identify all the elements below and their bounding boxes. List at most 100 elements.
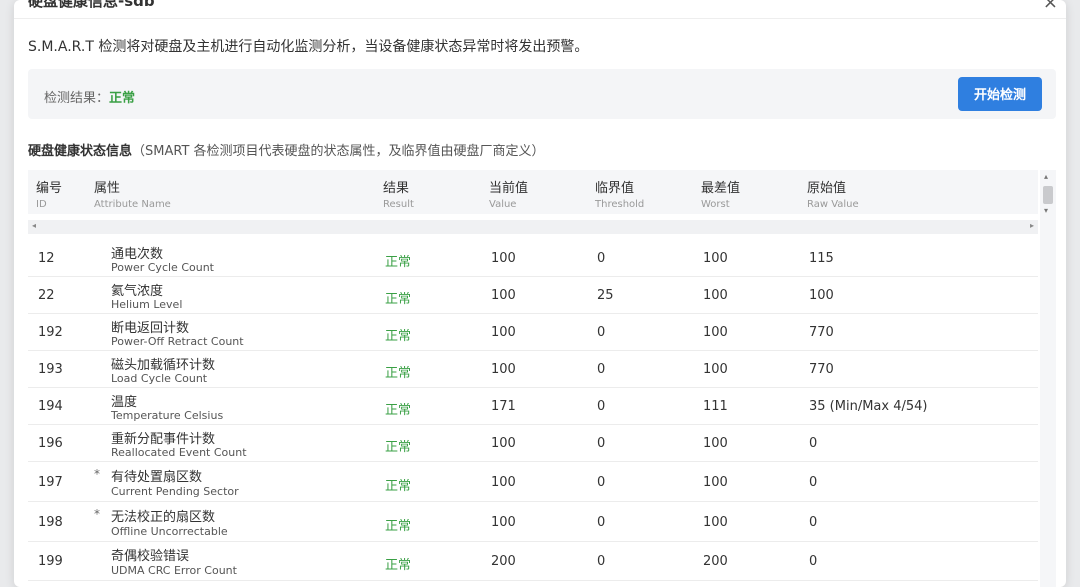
close-icon[interactable]: × xyxy=(1043,0,1058,13)
check-result-label: 检测结果： xyxy=(44,91,110,106)
cell-attribute-en: Offline Uncorrectable xyxy=(111,525,228,538)
check-result-value: 正常 xyxy=(109,91,136,106)
cell-worst: 100 xyxy=(703,362,728,377)
cell-result: 正常 xyxy=(385,292,412,307)
cell-worst: 100 xyxy=(703,475,728,490)
cell-worst: 100 xyxy=(703,436,728,451)
cell-id: 12 xyxy=(38,251,55,266)
check-result: 检测结果：正常 xyxy=(44,87,135,106)
scroll-down-icon[interactable]: ▾ xyxy=(1044,206,1048,215)
cell-attribute-en: Load Cycle Count xyxy=(111,372,208,385)
cell-value: 100 xyxy=(491,515,516,530)
cell-threshold: 0 xyxy=(597,251,606,266)
scroll-up-icon[interactable]: ▴ xyxy=(1044,172,1048,181)
col-header-sublabel: Attribute Name xyxy=(94,199,171,210)
table-row: 194 温度 Temperature Celsius 正常 171 0 111 … xyxy=(28,388,1038,425)
cell-attribute-name: 通电次数 xyxy=(111,247,164,262)
col-header-threshold: 临界值 Threshold xyxy=(595,177,644,210)
cell-worst: 111 xyxy=(703,399,728,414)
col-header-worst: 最差值 Worst xyxy=(701,177,740,210)
cell-attribute-en: Temperature Celsius xyxy=(111,409,224,422)
scrollbar-thumb[interactable] xyxy=(1043,186,1053,204)
cell-threshold: 0 xyxy=(597,436,606,451)
col-header-sublabel: Worst xyxy=(701,199,730,210)
cell-attribute-en: Power-Off Retract Count xyxy=(111,335,244,348)
cell-raw-value: 770 xyxy=(809,362,834,377)
vertical-scrollbar[interactable]: ▴ ▾ xyxy=(1040,170,1056,587)
horizontal-scrollbar[interactable]: ◂ ▸ xyxy=(28,220,1038,234)
cell-attribute-name: 磁头加载循环计数 xyxy=(111,358,216,373)
col-header-sublabel: Threshold xyxy=(595,199,645,210)
cell-id: 192 xyxy=(38,325,63,340)
cell-raw-value: 35 (Min/Max 4/54) xyxy=(809,399,928,414)
smart-table: 编号 ID 属性 Attribute Name 结果 Result 当前值 Va… xyxy=(28,170,1056,587)
cell-value: 200 xyxy=(491,554,516,569)
dialog-header: 硬盘健康信息-sdb × xyxy=(14,0,1066,19)
cell-value: 100 xyxy=(491,288,516,303)
check-result-bar: 检测结果：正常 开始检测 xyxy=(28,69,1056,119)
scroll-left-icon[interactable]: ◂ xyxy=(32,221,36,230)
cell-attribute-en: Power Cycle Count xyxy=(111,261,214,274)
cell-raw-value: 770 xyxy=(809,325,834,340)
cell-value: 100 xyxy=(491,251,516,266)
table-row: 22 氦气浓度 Helium Level 正常 100 25 100 100 xyxy=(28,277,1038,314)
cell-raw-value: 100 xyxy=(809,288,834,303)
cell-value: 100 xyxy=(491,362,516,377)
cell-threshold: 0 xyxy=(597,515,606,530)
cell-raw-value: 0 xyxy=(809,436,818,451)
cell-id: 194 xyxy=(38,399,63,414)
cell-threshold: 25 xyxy=(597,288,614,303)
cell-id: 197 xyxy=(38,475,63,490)
col-header-label: 当前值 xyxy=(489,181,529,196)
cell-result: 正常 xyxy=(385,440,412,455)
table-row: 199 奇偶校验错误 UDMA CRC Error Count 正常 200 0… xyxy=(28,542,1038,581)
cell-id: 198 xyxy=(38,515,63,530)
cell-attribute-en: Helium Level xyxy=(111,298,183,311)
cell-threshold: 0 xyxy=(597,554,606,569)
cell-raw-value: 0 xyxy=(809,554,818,569)
cell-result: 正常 xyxy=(385,479,412,494)
dialog-title: 硬盘健康信息-sdb xyxy=(28,0,155,10)
cell-attribute-name: 奇偶校验错误 xyxy=(111,549,190,564)
table-row: 198 * 无法校正的扇区数 Offline Uncorrectable 正常 … xyxy=(28,502,1038,542)
cell-id: 199 xyxy=(38,554,63,569)
table-body: 12 通电次数 Power Cycle Count 正常 100 0 100 1… xyxy=(28,240,1038,581)
table-row: 12 通电次数 Power Cycle Count 正常 100 0 100 1… xyxy=(28,240,1038,277)
cell-worst: 100 xyxy=(703,515,728,530)
table-row: 197 * 有待处置扇区数 Current Pending Sector 正常 … xyxy=(28,462,1038,502)
cell-result: 正常 xyxy=(385,366,412,381)
table-row: 193 磁头加载循环计数 Load Cycle Count 正常 100 0 1… xyxy=(28,351,1038,388)
col-header-label: 最差值 xyxy=(701,181,741,196)
cell-attribute-name: 断电返回计数 xyxy=(111,321,190,336)
col-header-label: 原始值 xyxy=(807,181,847,196)
col-header-sublabel: Value xyxy=(489,199,517,210)
cell-worst: 100 xyxy=(703,288,728,303)
cell-value: 171 xyxy=(491,399,516,414)
col-header-value: 当前值 Value xyxy=(489,177,528,210)
cell-worst: 200 xyxy=(703,554,728,569)
cell-threshold: 0 xyxy=(597,475,606,490)
cell-attribute-en: Reallocated Event Count xyxy=(111,446,247,459)
cell-threshold: 0 xyxy=(597,399,606,414)
table-header: 编号 ID 属性 Attribute Name 结果 Result 当前值 Va… xyxy=(28,170,1038,214)
cell-attribute-en: Current Pending Sector xyxy=(111,485,239,498)
cell-value: 100 xyxy=(491,475,516,490)
cell-result: 正常 xyxy=(385,255,412,270)
col-header-label: 结果 xyxy=(383,181,410,196)
intro-text: S.M.A.R.T 检测将对硬盘及主机进行自动化监测分析，当设备健康状态异常时将… xyxy=(28,39,589,55)
col-header-sublabel: Result xyxy=(383,199,414,210)
col-header-label: 属性 xyxy=(94,181,121,196)
table-row: 196 重新分配事件计数 Reallocated Event Count 正常 … xyxy=(28,425,1038,462)
start-check-button[interactable]: 开始检测 xyxy=(958,77,1042,111)
section-description: （SMART 各检测项目代表硬盘的状态属性，及临界值由硬盘厂商定义） xyxy=(132,144,545,159)
cell-raw-value: 0 xyxy=(809,475,818,490)
col-header-raw: 原始值 Raw Value xyxy=(807,177,859,210)
scroll-right-icon[interactable]: ▸ xyxy=(1030,221,1034,230)
cell-id: 193 xyxy=(38,362,63,377)
cell-worst: 100 xyxy=(703,251,728,266)
cell-result: 正常 xyxy=(385,329,412,344)
cell-result: 正常 xyxy=(385,403,412,418)
cell-attribute-name: 有待处置扇区数 xyxy=(111,470,203,485)
cell-attribute-name: 氦气浓度 xyxy=(111,284,164,299)
cell-attribute-name: 温度 xyxy=(111,395,138,410)
